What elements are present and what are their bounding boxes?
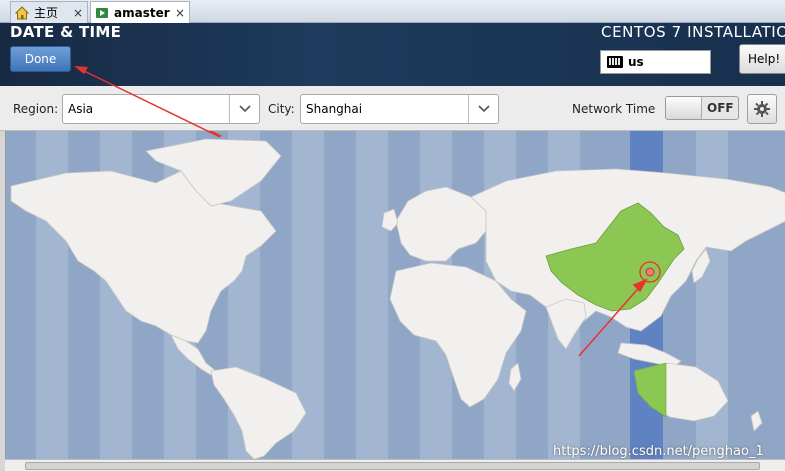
done-button[interactable]: Done (10, 46, 71, 72)
page-title: DATE & TIME (10, 23, 122, 41)
gear-icon (754, 101, 770, 117)
scrollbar-thumb[interactable] (25, 462, 760, 470)
installer-title: CENTOS 7 INSTALLATION (601, 23, 785, 41)
chevron-down-icon[interactable] (229, 95, 259, 123)
vm-tab-bar: 主页 × amaster × (0, 0, 785, 23)
horizontal-scrollbar[interactable] (5, 459, 785, 471)
network-time-state: OFF (707, 101, 734, 115)
tab-home[interactable]: 主页 × (10, 1, 88, 23)
network-time-toggle[interactable]: OFF (665, 96, 739, 120)
tab-amaster[interactable]: amaster × (90, 1, 190, 23)
keyboard-icon (607, 56, 623, 68)
keyboard-layout-label: us (628, 55, 644, 69)
close-icon[interactable]: × (175, 6, 185, 20)
close-icon[interactable]: × (73, 6, 83, 20)
keyboard-layout-indicator[interactable]: us (600, 50, 711, 74)
timezone-toolbar: Region: Asia City: Shanghai Network Time… (0, 86, 785, 131)
timezone-map[interactable] (5, 131, 785, 459)
region-value: Asia (68, 102, 94, 116)
city-value: Shanghai (306, 102, 363, 116)
toggle-knob[interactable] (666, 97, 702, 119)
region-label: Region: (13, 102, 59, 116)
south-america (210, 366, 307, 459)
vm-icon (95, 6, 109, 20)
network-time-label: Network Time (572, 102, 656, 116)
world-map[interactable] (6, 131, 785, 459)
help-button[interactable]: Help! (739, 44, 785, 74)
city-label: City: (268, 102, 295, 116)
home-icon (14, 5, 30, 20)
installer-header: DATE & TIME Done CENTOS 7 INSTALLATION u… (0, 23, 785, 86)
ntp-settings-button[interactable] (747, 94, 777, 124)
tab-amaster-label: amaster (114, 5, 170, 20)
watermark: https://blog.csdn.net/penghao_1 (553, 444, 764, 459)
tab-home-label: 主页 (34, 6, 59, 20)
region-select[interactable]: Asia (62, 94, 260, 124)
new-zealand (750, 410, 763, 432)
city-select[interactable]: Shanghai (300, 94, 499, 124)
chevron-down-icon[interactable] (468, 95, 498, 123)
